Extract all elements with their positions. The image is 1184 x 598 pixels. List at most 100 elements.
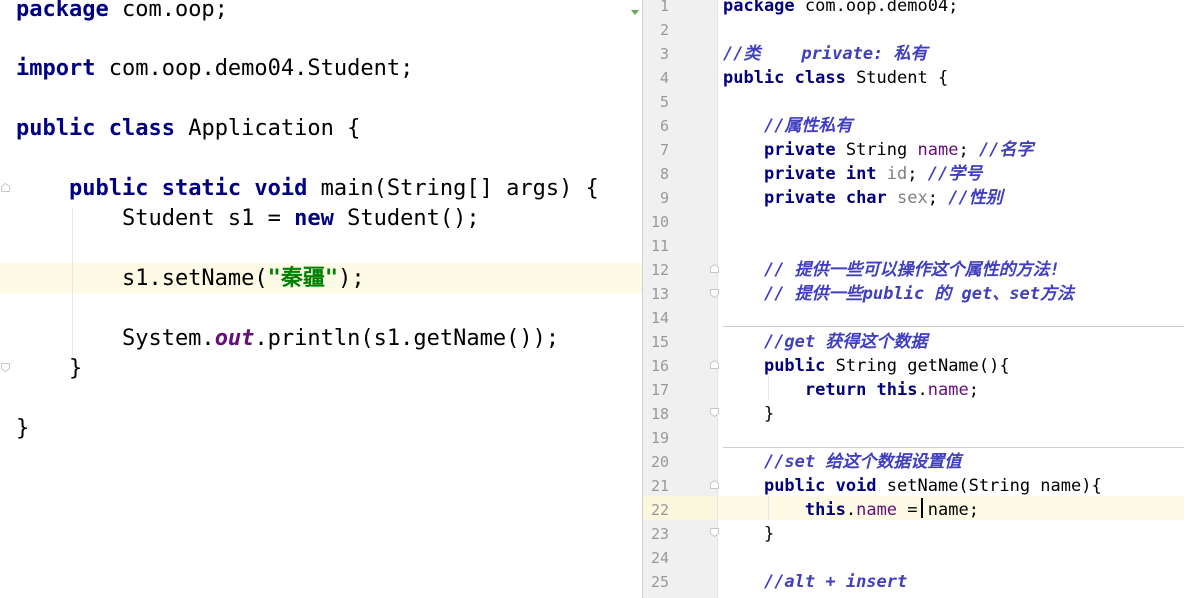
code-token: . — [917, 380, 928, 400]
code-line[interactable]: // 提供一些可以操作这个属性的方法! — [723, 258, 1060, 282]
right-editor-pane[interactable]: 1 2 3 4 5 6 7 8 9 10 11 12 13 14 15 16 17 18 19 20 21 22 23 24 2… — [643, 0, 1184, 598]
code-line[interactable]: public class Application { — [16, 114, 360, 144]
code-line[interactable]: package com.oop; — [16, 0, 228, 25]
code-token: ; — [958, 140, 979, 160]
code-line[interactable]: //类 private: 私有 — [723, 42, 928, 66]
fold-marker-icon[interactable] — [710, 360, 719, 369]
code-token: public void — [763, 476, 877, 496]
code-line[interactable]: // 提供一些public 的 get、set方法 — [723, 282, 1074, 306]
code-token: public static void — [68, 176, 308, 201]
code-token: //学号 — [927, 164, 983, 184]
line-number: 24 — [650, 549, 669, 567]
fold-marker-icon[interactable] — [1, 183, 10, 192]
code-line[interactable]: } — [723, 522, 774, 546]
code-line[interactable]: private String name; //名字 — [723, 138, 1033, 162]
fold-marker-icon[interactable] — [710, 264, 719, 273]
fold-end-marker-icon[interactable] — [710, 528, 719, 537]
fold-end-marker-icon[interactable] — [710, 289, 719, 298]
code-line[interactable]: } — [16, 354, 82, 384]
code-token: System. — [16, 326, 215, 351]
code-token: return this — [804, 380, 918, 400]
line-number: 17 — [650, 381, 669, 399]
code-line[interactable]: public static void main(String[] args) { — [16, 174, 599, 204]
fold-end-marker-icon[interactable] — [1, 363, 10, 372]
code-token: //类 private: 私有 — [723, 44, 928, 64]
code-line[interactable]: //get 获得这个数据 — [723, 330, 927, 354]
code-token: ; — [927, 188, 949, 208]
code-line[interactable]: public void setName(String name){ — [723, 474, 1102, 498]
code-token: main(String[] args) { — [307, 176, 599, 201]
line-number: 3 — [659, 45, 669, 63]
code-line[interactable]: public String getName(){ — [723, 354, 1010, 378]
code-token: //set 给这个数据设置值 — [763, 452, 962, 472]
code-token: package — [16, 0, 109, 22]
code-line[interactable]: import com.oop.demo04.Student; — [16, 54, 413, 84]
text-caret — [921, 498, 923, 518]
code-line[interactable]: private int id; //学号 — [723, 162, 982, 186]
code-token: Student s1 = — [16, 206, 295, 231]
code-token: public — [763, 356, 826, 376]
method-separator — [723, 326, 1184, 327]
line-number: 23 — [650, 525, 669, 543]
code-token: ; — [968, 380, 979, 400]
code-token: ); — [338, 266, 365, 291]
code-token: new — [294, 206, 334, 231]
code-token: s1.setName( — [16, 266, 268, 291]
line-number: 6 — [659, 117, 669, 135]
code-token: = name; — [897, 500, 979, 520]
method-separator — [723, 447, 1184, 448]
code-line[interactable]: } — [723, 402, 774, 426]
code-token: package — [723, 0, 795, 16]
code-line[interactable]: package com.oop.demo04; — [723, 0, 958, 18]
code-line[interactable]: System.out.println(s1.getName()); — [16, 324, 559, 354]
line-number: 11 — [650, 237, 669, 255]
code-token: com.oop.demo04.Student; — [95, 56, 414, 81]
code-line[interactable]: Student s1 = new Student(); — [16, 204, 480, 234]
line-number: 20 — [650, 453, 669, 471]
code-line[interactable]: //alt + insert — [723, 570, 907, 594]
code-token: .println(s1.getName()); — [254, 326, 560, 351]
code-line[interactable]: this.name = name; — [723, 498, 979, 522]
code-token: public class — [16, 116, 175, 141]
line-number: 25 — [650, 573, 669, 591]
line-number: 10 — [650, 213, 669, 231]
code-token: //get 获得这个数据 — [763, 332, 928, 352]
left-editor-pane[interactable]: package com.oop; import com.oop.demo04.S… — [0, 0, 643, 598]
code-line[interactable]: return this.name; — [723, 378, 979, 402]
code-token: //alt + insert — [763, 572, 908, 592]
code-line[interactable]: public class Student { — [723, 66, 948, 90]
code-token: String getName(){ — [825, 356, 1010, 376]
line-number: 2 — [659, 21, 669, 39]
fold-end-marker-icon[interactable] — [710, 408, 719, 417]
line-number: 15 — [650, 333, 669, 351]
code-token: name — [856, 500, 898, 520]
line-number: 18 — [650, 405, 669, 423]
code-line[interactable]: s1.setName("秦疆"); — [16, 264, 365, 294]
code-token: com.oop; — [108, 0, 228, 22]
code-line[interactable]: private char sex; //性别 — [723, 186, 1003, 210]
line-number: 14 — [650, 309, 669, 327]
code-token: "秦疆" — [267, 266, 339, 291]
code-line[interactable]: } — [16, 414, 29, 444]
line-number: 13 — [650, 285, 669, 303]
code-token: //性别 — [948, 188, 1003, 208]
code-token: private — [763, 140, 836, 160]
code-line[interactable]: //属性私有 — [723, 114, 852, 138]
code-token: } — [723, 404, 775, 424]
fold-marker-icon[interactable] — [710, 480, 719, 489]
code-token: String — [835, 140, 918, 160]
code-token: Application { — [174, 116, 361, 141]
code-line[interactable]: //set 给这个数据设置值 — [723, 450, 961, 474]
code-token: setName(String name){ — [876, 476, 1102, 496]
